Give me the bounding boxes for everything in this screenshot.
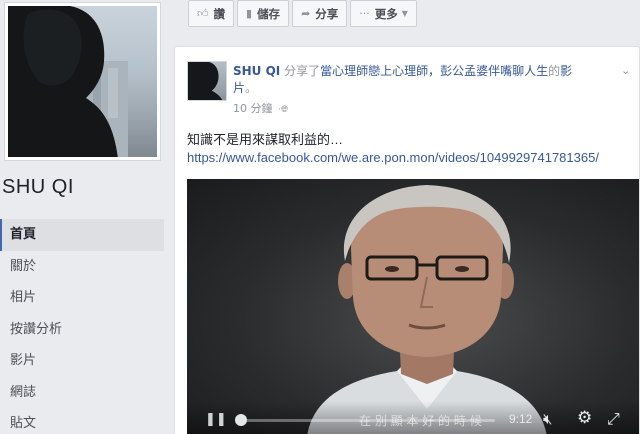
like-button[interactable]: 👍︎ 讚 [188, 0, 234, 27]
pause-icon[interactable]: ❚❚ [205, 412, 227, 427]
post-card: SHU QI 分享了當心理師戀上心理師，彭公孟婆伴嘴聊人生的影片。 10 分鐘 … [174, 46, 640, 434]
share-arrow-icon: ➦ [301, 7, 311, 20]
nav-item-likes-insights[interactable]: 按讚分析 [0, 314, 164, 346]
save-label: 儲存 [257, 6, 281, 21]
video-duration: 9:12 [509, 412, 533, 426]
post-message: 知識不是用來謀取利益的… [187, 132, 344, 147]
author-avatar[interactable] [187, 61, 227, 101]
post-url-link[interactable]: https://www.facebook.com/we.are.pon.mon/… [187, 149, 637, 167]
profile-silhouette [8, 6, 128, 157]
share-button[interactable]: ➦ 分享 [292, 0, 348, 27]
thumbs-up-icon: 👍︎ [197, 7, 209, 20]
nav-item-photos[interactable]: 相片 [0, 282, 164, 314]
post-timestamp[interactable]: 10 分鐘 ·🌐︎ [233, 100, 288, 116]
nav-item-notes[interactable]: 網誌 [0, 377, 164, 409]
post-time-label: 10 分鐘 [233, 102, 273, 115]
video-subtitle: 在 別 顯 本 好 的 時 候 [359, 414, 482, 428]
like-label: 讚 [213, 6, 226, 21]
page-action-bar: 👍︎ 讚 ▮ 儲存 ➦ 分享 ··· 更多 ▼ [188, 0, 417, 27]
gear-icon[interactable]: ⚙ [577, 408, 592, 428]
page-nav: 首頁 關於 相片 按讚分析 影片 網誌 貼文 [0, 219, 164, 434]
nav-item-videos[interactable]: 影片 [0, 345, 164, 377]
nav-item-posts[interactable]: 貼文 [0, 408, 164, 434]
video-frame [307, 185, 547, 434]
author-name-link[interactable]: SHU QI [233, 64, 280, 78]
period-text: 。 [245, 81, 258, 95]
fullscreen-icon[interactable]: ⤢ [607, 409, 620, 429]
nav-item-about[interactable]: 關於 [0, 251, 164, 283]
profile-picture[interactable] [4, 2, 161, 161]
post-title: SHU QI 分享了當心理師戀上心理師，彭公孟婆伴嘴聊人生的影片。 [233, 63, 593, 97]
page-name[interactable]: SHU QI [2, 176, 74, 199]
share-label: 分享 [315, 6, 339, 21]
seek-handle[interactable] [235, 414, 247, 426]
nav-item-home[interactable]: 首頁 [0, 219, 164, 251]
caret-down-icon: ▼ [401, 9, 408, 18]
save-button[interactable]: ▮ 儲存 [237, 0, 290, 27]
more-label: 更多 [374, 6, 398, 21]
possessive-text: 的 [548, 64, 561, 78]
more-button[interactable]: ··· 更多 ▼ [350, 0, 417, 27]
mute-icon[interactable]: 🔇︎ [543, 410, 552, 428]
video-controls: ❚❚ 在 別 顯 本 好 的 時 候 9:12 🔇︎ ⚙ ⤢ [187, 401, 639, 434]
globe-icon: ·🌐︎ [278, 105, 289, 115]
post-body: 知識不是用來謀取利益的… https://www.facebook.com/we… [187, 131, 637, 167]
avatar-silhouette [188, 62, 223, 100]
shared-page-link[interactable]: 當心理師戀上心理師，彭公孟婆伴嘴聊人生 [320, 64, 548, 78]
left-column: SHU QI 首頁 關於 相片 按讚分析 影片 網誌 貼文 [0, 0, 170, 434]
post-options-chevron-icon[interactable]: ⌄ [621, 64, 635, 78]
bookmark-icon: ▮ [246, 7, 253, 20]
video-player[interactable]: ❚❚ 在 別 顯 本 好 的 時 候 9:12 🔇︎ ⚙ ⤢ [187, 179, 639, 434]
action-text: 分享了 [280, 64, 321, 78]
ellipsis-icon: ··· [359, 7, 370, 20]
